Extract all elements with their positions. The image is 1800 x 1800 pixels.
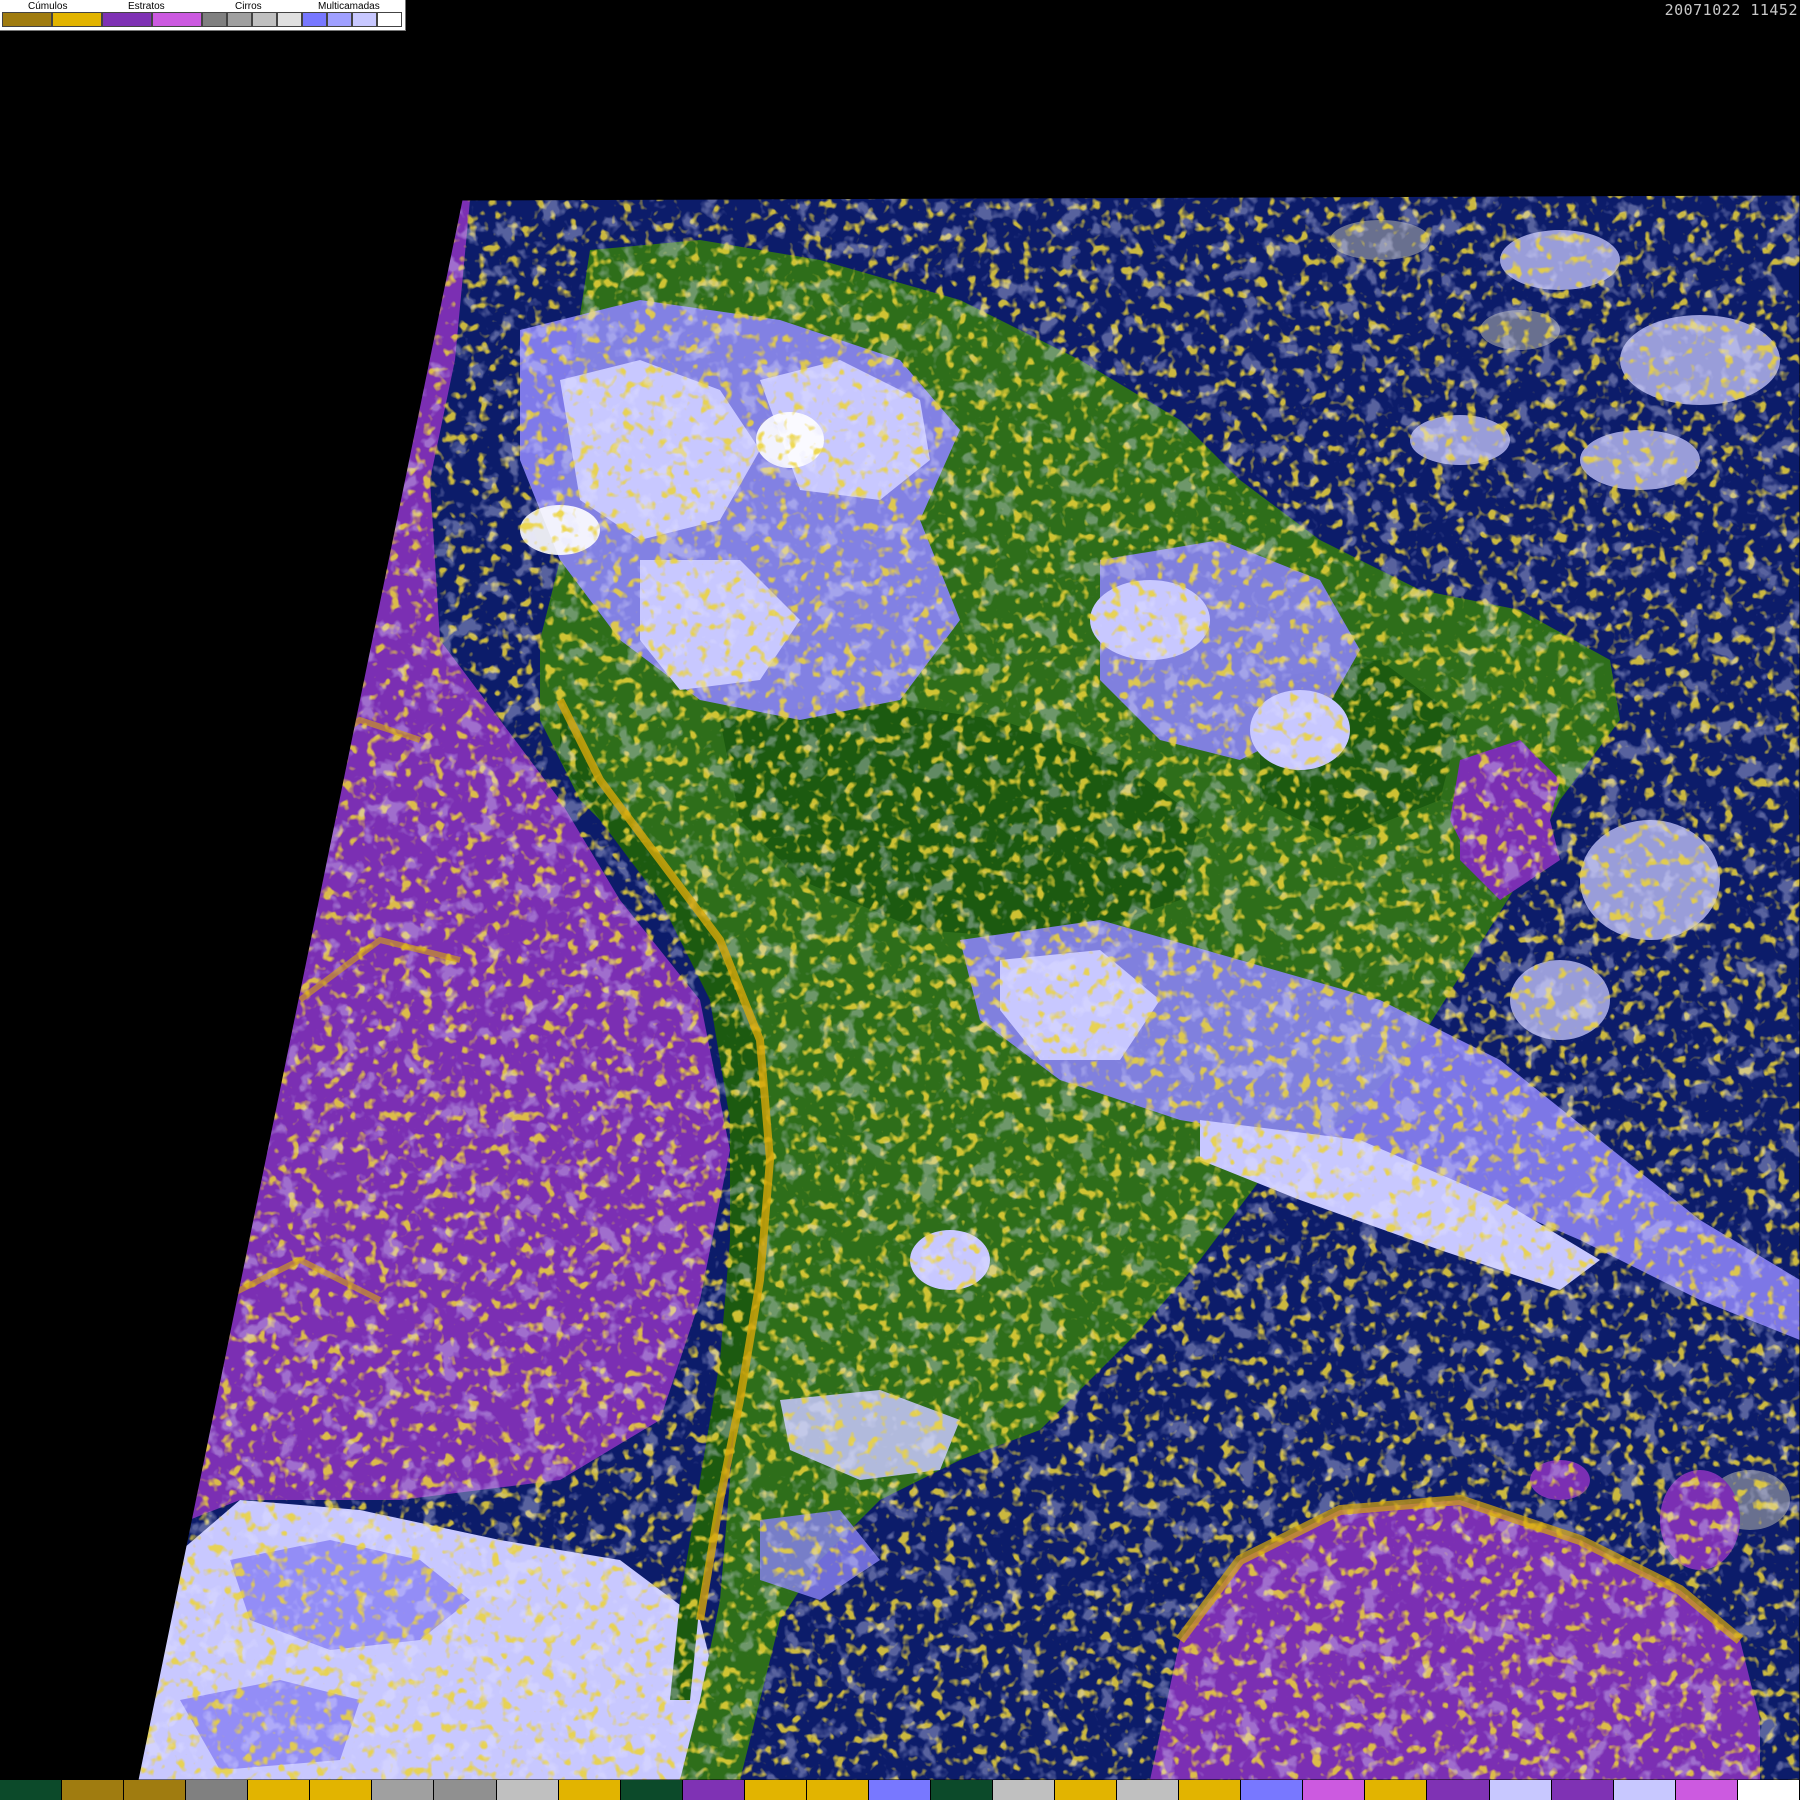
strip-cell: [496, 1780, 559, 1800]
strip-cell: [1489, 1780, 1552, 1800]
strip-cell: [1613, 1780, 1676, 1800]
strip-cell: [1737, 1780, 1800, 1800]
strip-cell: [124, 1780, 187, 1800]
strip-cell: [62, 1780, 125, 1800]
strip-cell: [186, 1780, 249, 1800]
strip-cell: [248, 1780, 311, 1800]
strip-cell: [993, 1780, 1056, 1800]
strip-cell: [1179, 1780, 1242, 1800]
strip-cell: [1241, 1780, 1304, 1800]
color-strip: [0, 1780, 1800, 1800]
strip-cell: [1303, 1780, 1366, 1800]
strip-cell: [1365, 1780, 1428, 1800]
cloud-speckle: [138, 195, 1800, 1780]
strip-cell: [0, 1780, 63, 1800]
strip-cell: [558, 1780, 621, 1800]
strip-cell: [434, 1780, 497, 1800]
strip-cell: [1427, 1780, 1490, 1800]
strip-cell: [1117, 1780, 1180, 1800]
strip-cell: [620, 1780, 683, 1800]
strip-cell: [682, 1780, 745, 1800]
strip-cell: [868, 1780, 931, 1800]
strip-cell: [372, 1780, 435, 1800]
satellite-image: [137, 194, 1800, 1780]
strip-cell: [930, 1780, 993, 1800]
strip-cell: [806, 1780, 869, 1800]
strip-cell: [1675, 1780, 1738, 1800]
strip-cell: [1551, 1780, 1614, 1800]
strip-cell: [1055, 1780, 1118, 1800]
map-frame: [138, 195, 1800, 1780]
strip-cell: [310, 1780, 373, 1800]
strip-cell: [744, 1780, 807, 1800]
